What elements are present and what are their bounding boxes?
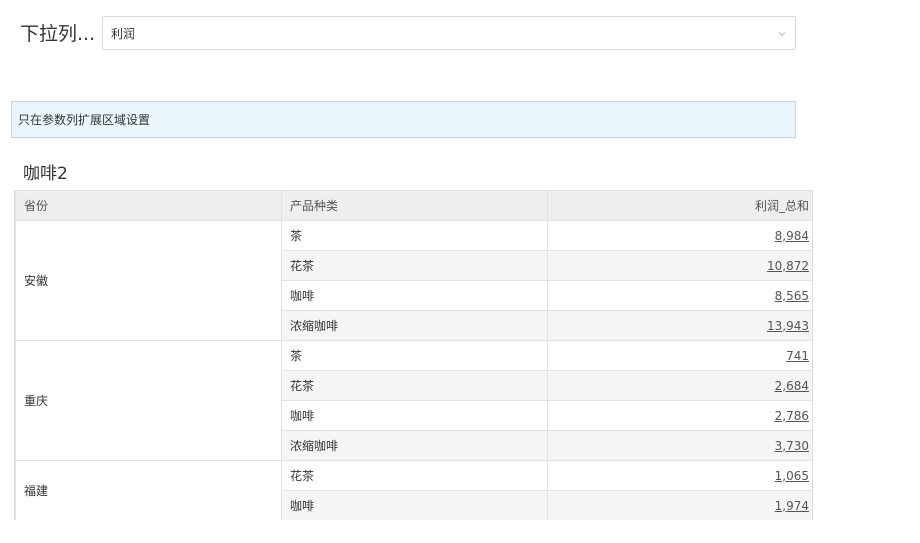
table-title: 咖啡2 bbox=[23, 164, 68, 184]
column-header-profit-sum[interactable]: 利润_总和 bbox=[547, 190, 812, 221]
profit-link[interactable]: 8,984 bbox=[775, 229, 809, 243]
province-cell: 福建 bbox=[15, 460, 282, 520]
category-cell: 咖啡 bbox=[281, 280, 548, 311]
profit-cell: 2,684 bbox=[547, 370, 812, 401]
filter-select-value: 利润 bbox=[111, 27, 136, 41]
profit-cell: 3,730 bbox=[547, 430, 812, 461]
category-cell: 茶 bbox=[281, 220, 548, 251]
parameter-notice-text: 只在参数列扩展区域设置 bbox=[18, 113, 151, 127]
data-table-container[interactable]: 省份 产品种类 利润_总和 安徽 茶 8,984 花茶 10,872 咖啡 8,… bbox=[14, 190, 813, 520]
category-cell: 茶 bbox=[281, 340, 548, 371]
table-row: 福建 花茶 1,065 bbox=[15, 460, 812, 520]
table-header-row: 省份 产品种类 利润_总和 bbox=[15, 190, 812, 221]
profit-link[interactable]: 1,065 bbox=[775, 469, 809, 483]
profit-cell: 8,984 bbox=[547, 220, 812, 251]
data-table: 省份 产品种类 利润_总和 安徽 茶 8,984 花茶 10,872 咖啡 8,… bbox=[15, 190, 812, 520]
profit-cell: 13,943 bbox=[547, 310, 812, 341]
profit-cell: 741 bbox=[547, 340, 812, 371]
profit-link[interactable]: 1,974 bbox=[775, 499, 809, 513]
chevron-down-icon bbox=[778, 32, 786, 37]
profit-link[interactable]: 13,943 bbox=[767, 319, 809, 333]
profit-cell: 1,974 bbox=[547, 490, 812, 520]
filter-select[interactable]: 利润 bbox=[102, 16, 796, 50]
profit-cell: 10,872 bbox=[547, 250, 812, 281]
province-cell: 重庆 bbox=[15, 340, 282, 461]
category-cell: 咖啡 bbox=[281, 490, 548, 520]
profit-cell: 8,565 bbox=[547, 280, 812, 311]
profit-link[interactable]: 2,684 bbox=[775, 379, 809, 393]
column-header-province[interactable]: 省份 bbox=[15, 190, 282, 221]
profit-cell: 1,065 bbox=[547, 460, 812, 491]
table-row: 重庆 茶 741 bbox=[15, 340, 812, 461]
category-cell: 花茶 bbox=[281, 460, 548, 491]
category-cell: 花茶 bbox=[281, 250, 548, 281]
province-cell: 安徽 bbox=[15, 220, 282, 341]
category-cell: 花茶 bbox=[281, 370, 548, 401]
profit-cell: 2,786 bbox=[547, 400, 812, 431]
table-row: 安徽 茶 8,984 bbox=[15, 220, 812, 341]
profit-link[interactable]: 10,872 bbox=[767, 259, 809, 273]
profit-link[interactable]: 2,786 bbox=[775, 409, 809, 423]
category-cell: 浓缩咖啡 bbox=[281, 310, 548, 341]
category-cell: 浓缩咖啡 bbox=[281, 430, 548, 461]
profit-link[interactable]: 741 bbox=[786, 349, 809, 363]
filter-label: 下拉列... bbox=[20, 23, 96, 45]
profit-link[interactable]: 8,565 bbox=[775, 289, 809, 303]
category-cell: 咖啡 bbox=[281, 400, 548, 431]
column-header-category[interactable]: 产品种类 bbox=[281, 190, 548, 221]
profit-link[interactable]: 3,730 bbox=[775, 439, 809, 453]
parameter-notice: 只在参数列扩展区域设置 bbox=[11, 101, 796, 138]
